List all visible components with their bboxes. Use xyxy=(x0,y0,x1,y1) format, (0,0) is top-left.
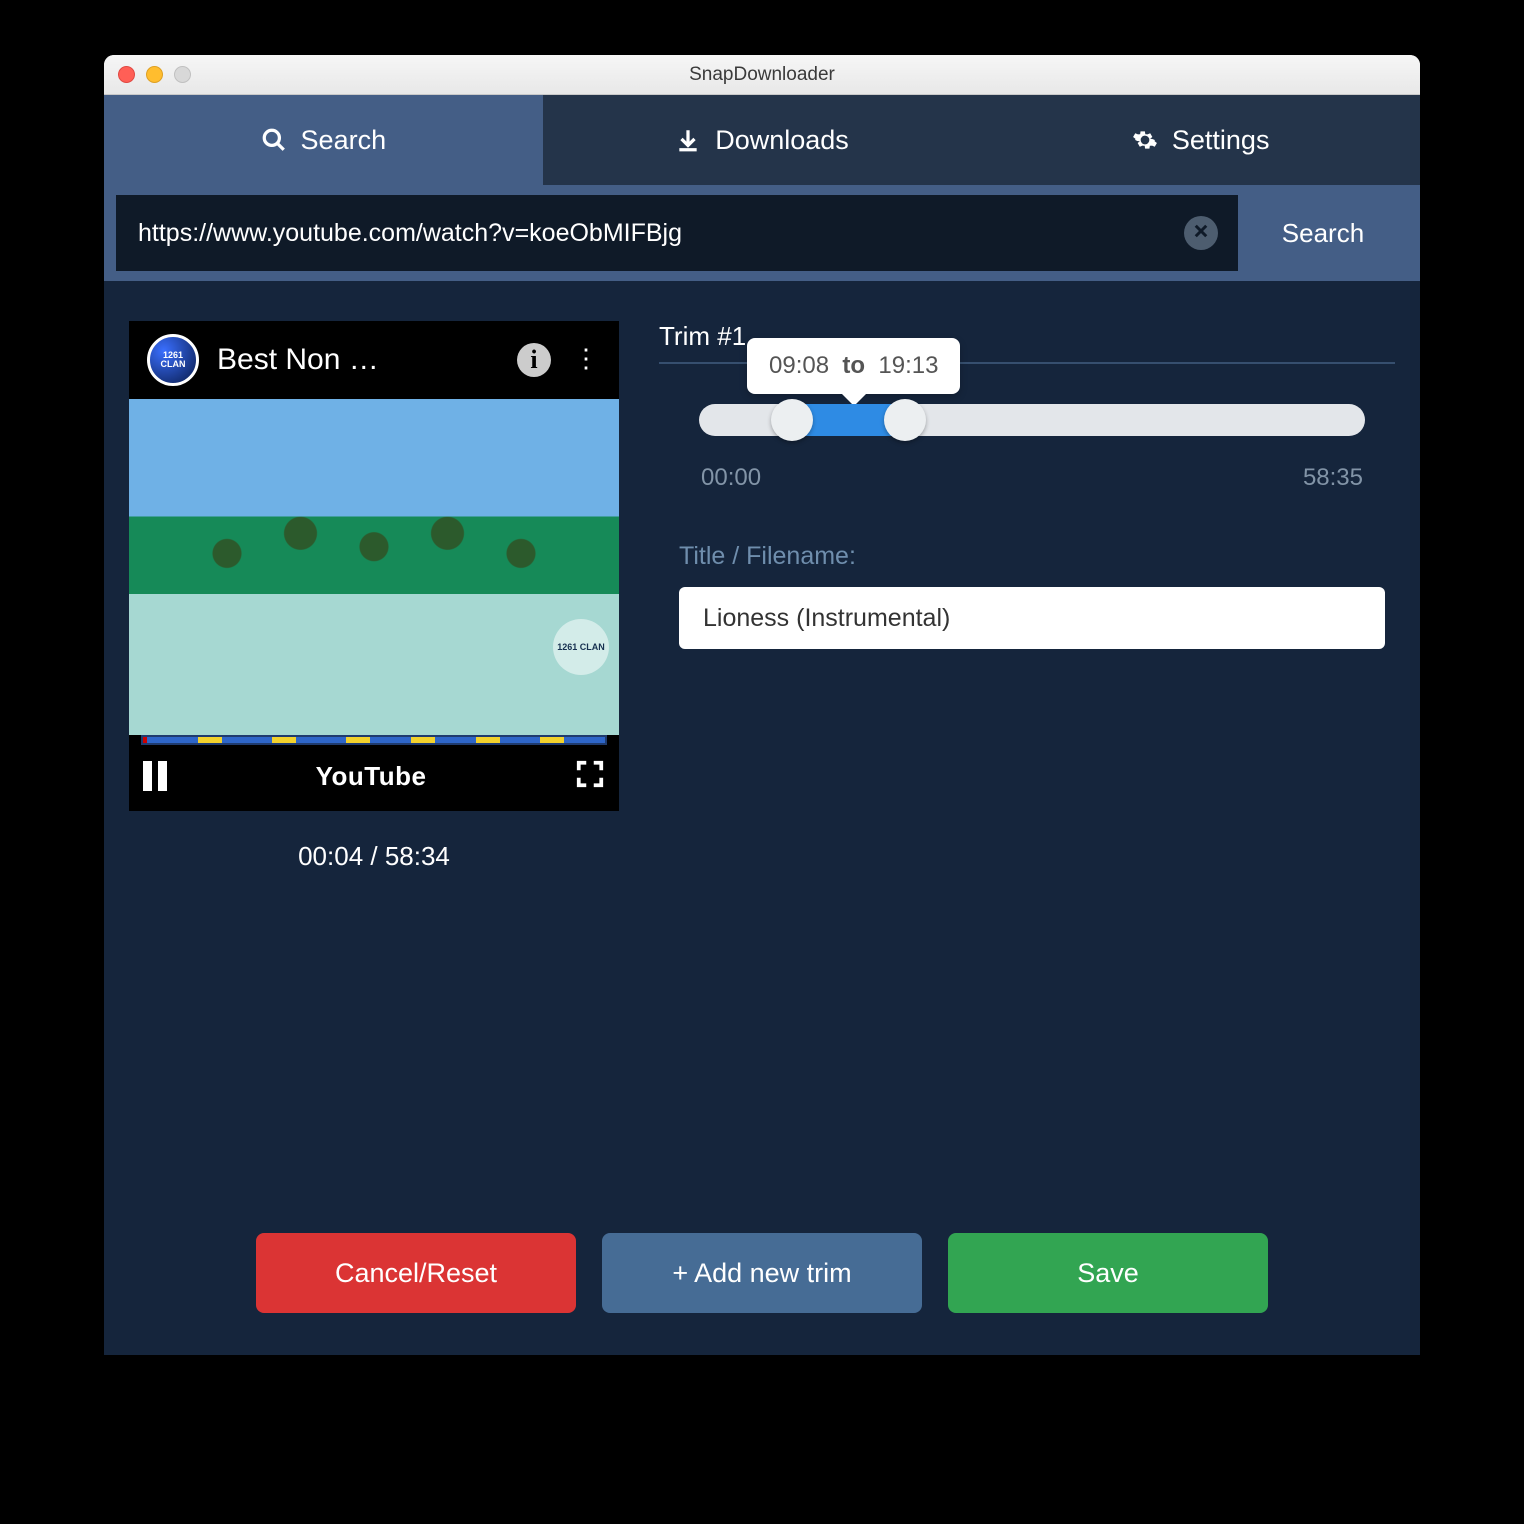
player-controls: YouTube xyxy=(129,751,619,811)
range-to-word: to xyxy=(842,352,865,379)
footer-buttons: Cancel/Reset + Add new trim Save xyxy=(104,1203,1420,1355)
gear-icon xyxy=(1132,127,1158,153)
player-header: 1261 CLAN Best Non … i ⋮ xyxy=(129,321,619,399)
filename-label: Title / Filename: xyxy=(679,542,1395,571)
search-button[interactable]: Search xyxy=(1238,195,1408,271)
range-handle-start[interactable] xyxy=(771,399,813,441)
pause-button[interactable] xyxy=(143,761,167,791)
video-frame: 1261 CLAN xyxy=(129,399,619,735)
tab-downloads-label: Downloads xyxy=(715,125,849,156)
cancel-button-label: Cancel/Reset xyxy=(335,1258,497,1289)
chapter-mark xyxy=(272,737,296,743)
download-icon xyxy=(675,127,701,153)
mac-titlebar: SnapDownloader xyxy=(104,55,1420,95)
info-icon[interactable]: i xyxy=(517,343,551,377)
window-title: SnapDownloader xyxy=(104,64,1420,86)
more-menu-icon[interactable]: ⋮ xyxy=(573,343,601,377)
seek-progress xyxy=(143,737,147,743)
tab-settings-label: Settings xyxy=(1172,125,1270,156)
chapter-mark xyxy=(346,737,370,743)
range-to: 19:13 xyxy=(878,352,938,379)
fullscreen-button[interactable] xyxy=(575,759,605,794)
range-handle-end[interactable] xyxy=(884,399,926,441)
add-trim-button[interactable]: + Add new trim xyxy=(602,1233,922,1313)
video-player[interactable]: 1261 CLAN Best Non … i ⋮ 1261 CLAN xyxy=(129,321,619,811)
range-label-start: 00:00 xyxy=(701,464,761,492)
clear-input-button[interactable] xyxy=(1184,216,1218,250)
range-from: 09:08 xyxy=(769,352,829,379)
range-labels: 00:00 58:35 xyxy=(701,464,1363,492)
chapter-mark xyxy=(476,737,500,743)
range-label-end: 58:35 xyxy=(1303,464,1363,492)
main-tabs: Search Downloads Settings xyxy=(104,95,1420,185)
dual-range-track[interactable] xyxy=(699,404,1365,436)
chapter-mark xyxy=(198,737,222,743)
preview-time-display: 00:04 / 58:34 xyxy=(129,841,619,872)
app-body: Search Downloads Settings xyxy=(104,95,1420,1355)
range-tooltip: 09:08 to 19:13 xyxy=(747,338,960,394)
save-button-label: Save xyxy=(1077,1258,1139,1289)
search-button-label: Search xyxy=(1282,218,1364,249)
chapter-mark xyxy=(411,737,435,743)
url-input[interactable] xyxy=(136,218,1184,249)
add-trim-button-label: + Add new trim xyxy=(672,1258,851,1289)
filename-field-container xyxy=(679,587,1385,649)
url-input-container xyxy=(116,195,1238,271)
seek-bar[interactable] xyxy=(141,735,607,745)
channel-avatar[interactable]: 1261 CLAN xyxy=(147,334,199,386)
chapter-mark xyxy=(540,737,564,743)
tab-search[interactable]: Search xyxy=(104,95,543,185)
cancel-button[interactable]: Cancel/Reset xyxy=(256,1233,576,1313)
trim-range-slider[interactable]: 09:08 to 19:13 00:00 58:35 xyxy=(699,404,1365,492)
tab-settings[interactable]: Settings xyxy=(981,95,1420,185)
search-row: Search xyxy=(104,185,1420,281)
close-icon xyxy=(1192,222,1210,245)
save-button[interactable]: Save xyxy=(948,1233,1268,1313)
trim-panel: Trim #1 09:08 to 19:13 00:00 58:35 xyxy=(659,321,1395,1203)
app-window: SnapDownloader Search Downloads Sett xyxy=(104,55,1420,1355)
filename-input[interactable] xyxy=(701,603,1363,634)
youtube-brand: YouTube xyxy=(316,761,427,792)
video-preview-panel: 1261 CLAN Best Non … i ⋮ 1261 CLAN xyxy=(129,321,619,1203)
search-icon xyxy=(261,127,287,153)
tab-search-label: Search xyxy=(301,125,387,156)
tab-downloads[interactable]: Downloads xyxy=(543,95,982,185)
content-area: 1261 CLAN Best Non … i ⋮ 1261 CLAN xyxy=(104,281,1420,1203)
video-title: Best Non … xyxy=(217,343,379,377)
video-watermark: 1261 CLAN xyxy=(553,619,609,675)
